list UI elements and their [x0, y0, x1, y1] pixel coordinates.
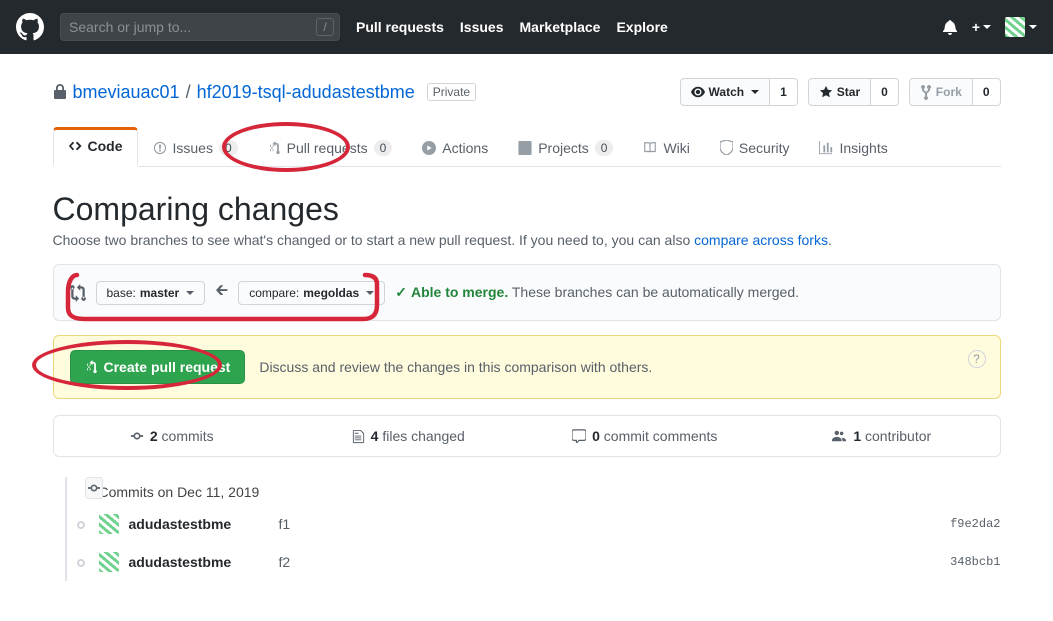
base-branch-select[interactable]: base: master: [96, 281, 206, 305]
commit-date-heading: Commits on Dec 11, 2019: [99, 477, 1001, 505]
commit-sha[interactable]: 348bcb1: [950, 555, 1000, 569]
nav-marketplace[interactable]: Marketplace: [520, 19, 601, 35]
commit-row[interactable]: adudastestbme f2 348bcb1: [99, 543, 1001, 581]
page-title: Comparing changes: [53, 191, 1001, 228]
comment-icon: [572, 429, 586, 443]
lock-icon: [53, 84, 67, 100]
star-count[interactable]: 0: [871, 78, 899, 106]
avatar-icon: [99, 514, 119, 534]
star-button[interactable]: Star: [808, 78, 871, 106]
merge-status: ✓Able to merge. These branches can be au…: [395, 284, 799, 301]
create-pr-banner: Create pull request Discuss and review t…: [53, 335, 1001, 399]
nav-explore[interactable]: Explore: [616, 19, 667, 35]
avatar-icon: [99, 552, 119, 572]
tab-insights[interactable]: Insights: [804, 127, 902, 167]
repo-name-link[interactable]: hf2019-tsql-adudastestbme: [197, 82, 415, 103]
watch-button[interactable]: Watch: [680, 78, 771, 106]
fork-button[interactable]: Fork: [909, 78, 973, 106]
repo-nav: Code Issues0 Pull requests0 Actions Proj…: [53, 126, 1001, 167]
compare-range-editor: base: master 🡰 compare: megoldas ✓Able t…: [53, 264, 1001, 321]
pr-banner-message: Discuss and review the changes in this c…: [259, 359, 652, 375]
create-pull-request-button[interactable]: Create pull request: [70, 350, 246, 384]
people-icon: [831, 429, 847, 443]
tab-pull-requests[interactable]: Pull requests0: [253, 127, 408, 167]
check-icon: ✓: [395, 284, 407, 300]
compare-across-forks-link[interactable]: compare across forks: [694, 232, 828, 248]
stat-comments[interactable]: 0 commit comments: [527, 416, 764, 456]
nav-pull-requests[interactable]: Pull requests: [356, 19, 444, 35]
create-new-menu[interactable]: +: [972, 19, 991, 35]
tab-code[interactable]: Code: [53, 127, 138, 167]
compare-stats: 2 commits 4 files changed 0 commit comme…: [53, 415, 1001, 457]
avatar-icon: [1005, 17, 1025, 37]
nav-issues[interactable]: Issues: [460, 19, 504, 35]
watch-count[interactable]: 1: [770, 78, 798, 106]
tab-actions[interactable]: Actions: [407, 127, 503, 167]
global-header: / Pull requests Issues Marketplace Explo…: [0, 0, 1053, 54]
commit-message[interactable]: f1: [279, 516, 291, 532]
tab-issues[interactable]: Issues0: [138, 127, 253, 167]
fork-count[interactable]: 0: [973, 78, 1001, 106]
commits-timeline: Commits on Dec 11, 2019 adudastestbme f1…: [53, 477, 1001, 581]
private-badge: Private: [427, 83, 476, 101]
repo-owner-link[interactable]: bmeviauac01: [73, 82, 180, 103]
commit-author[interactable]: adudastestbme: [129, 554, 279, 570]
tab-projects[interactable]: Projects0: [503, 127, 628, 167]
commit-message[interactable]: f2: [279, 554, 291, 570]
commit-row[interactable]: adudastestbme f1 f9e2da2: [99, 505, 1001, 543]
compare-branch-select[interactable]: compare: megoldas: [238, 281, 385, 305]
commit-icon: [130, 429, 144, 443]
page-subtitle: Choose two branches to see what's change…: [53, 232, 1001, 248]
stat-files[interactable]: 4 files changed: [290, 416, 527, 456]
slash-key-icon: /: [316, 18, 334, 36]
user-menu[interactable]: [1005, 17, 1037, 37]
stat-contributors[interactable]: 1 contributor: [763, 416, 1000, 456]
notifications-icon[interactable]: [942, 19, 958, 35]
git-compare-icon: [70, 284, 86, 302]
stat-commits[interactable]: 2 commits: [54, 416, 291, 456]
repo-title: bmeviauac01 / hf2019-tsql-adudastestbme …: [53, 82, 477, 103]
commit-sha[interactable]: f9e2da2: [950, 517, 1000, 531]
tab-wiki[interactable]: Wiki: [628, 127, 704, 167]
github-logo-icon[interactable]: [16, 13, 44, 41]
global-nav: Pull requests Issues Marketplace Explore: [356, 19, 668, 35]
search-input[interactable]: [60, 13, 340, 41]
commit-group-icon: [85, 477, 103, 499]
file-diff-icon: [352, 429, 365, 444]
tab-security[interactable]: Security: [705, 127, 805, 167]
help-icon[interactable]: ?: [968, 350, 986, 368]
commit-author[interactable]: adudastestbme: [129, 516, 279, 532]
arrow-left-icon: 🡰: [215, 279, 228, 306]
